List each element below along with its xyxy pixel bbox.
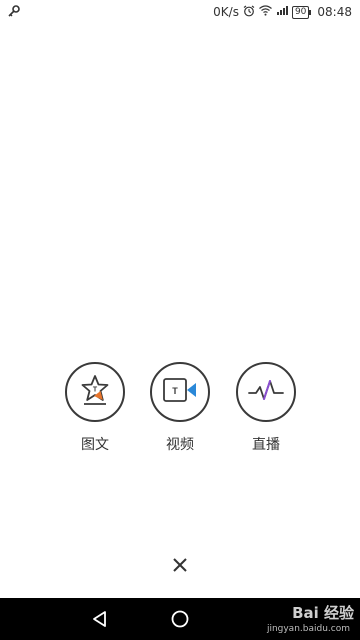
navigation-bar: Bai 经验 jingyan.baidu.com	[0, 598, 360, 640]
action-live-circle[interactable]	[236, 362, 296, 422]
svg-text:T: T	[93, 387, 98, 394]
wifi-icon	[259, 5, 272, 19]
action-video[interactable]: T 视频	[140, 362, 220, 454]
action-live[interactable]: 直播	[226, 362, 306, 454]
network-speed: 0K/s	[213, 5, 239, 19]
watermark-logo: Bai 经验	[292, 604, 354, 622]
live-wave-icon	[246, 377, 286, 407]
action-live-label: 直播	[252, 437, 280, 453]
battery-level: 90	[294, 6, 307, 17]
action-video-circle[interactable]: T	[150, 362, 210, 422]
key-icon	[8, 4, 20, 20]
status-bar: 0K/s 90 08:48	[0, 0, 360, 24]
action-graphic-text-label: 图文	[81, 437, 109, 453]
action-video-label: 视频	[166, 437, 194, 453]
clock: 08:48	[317, 5, 352, 19]
action-graphic-text[interactable]: T 图文	[55, 362, 135, 454]
svg-text:T: T	[172, 386, 178, 396]
close-icon	[173, 557, 187, 576]
back-triangle-icon[interactable]	[90, 609, 110, 633]
watermark-url: jingyan.baidu.com	[266, 624, 350, 634]
alarm-icon	[243, 5, 255, 20]
home-circle-icon[interactable]	[170, 609, 190, 633]
battery-indicator: 90	[291, 5, 312, 19]
star-text-icon: T	[78, 374, 112, 410]
signal-icon	[276, 5, 288, 19]
status-left	[0, 4, 20, 20]
status-right: 0K/s 90 08:48	[213, 5, 360, 20]
create-options: T 图文 T 视频 直播	[0, 362, 360, 462]
close-button[interactable]	[168, 554, 192, 578]
video-camera-icon: T	[162, 377, 198, 407]
action-graphic-text-circle[interactable]: T	[65, 362, 125, 422]
